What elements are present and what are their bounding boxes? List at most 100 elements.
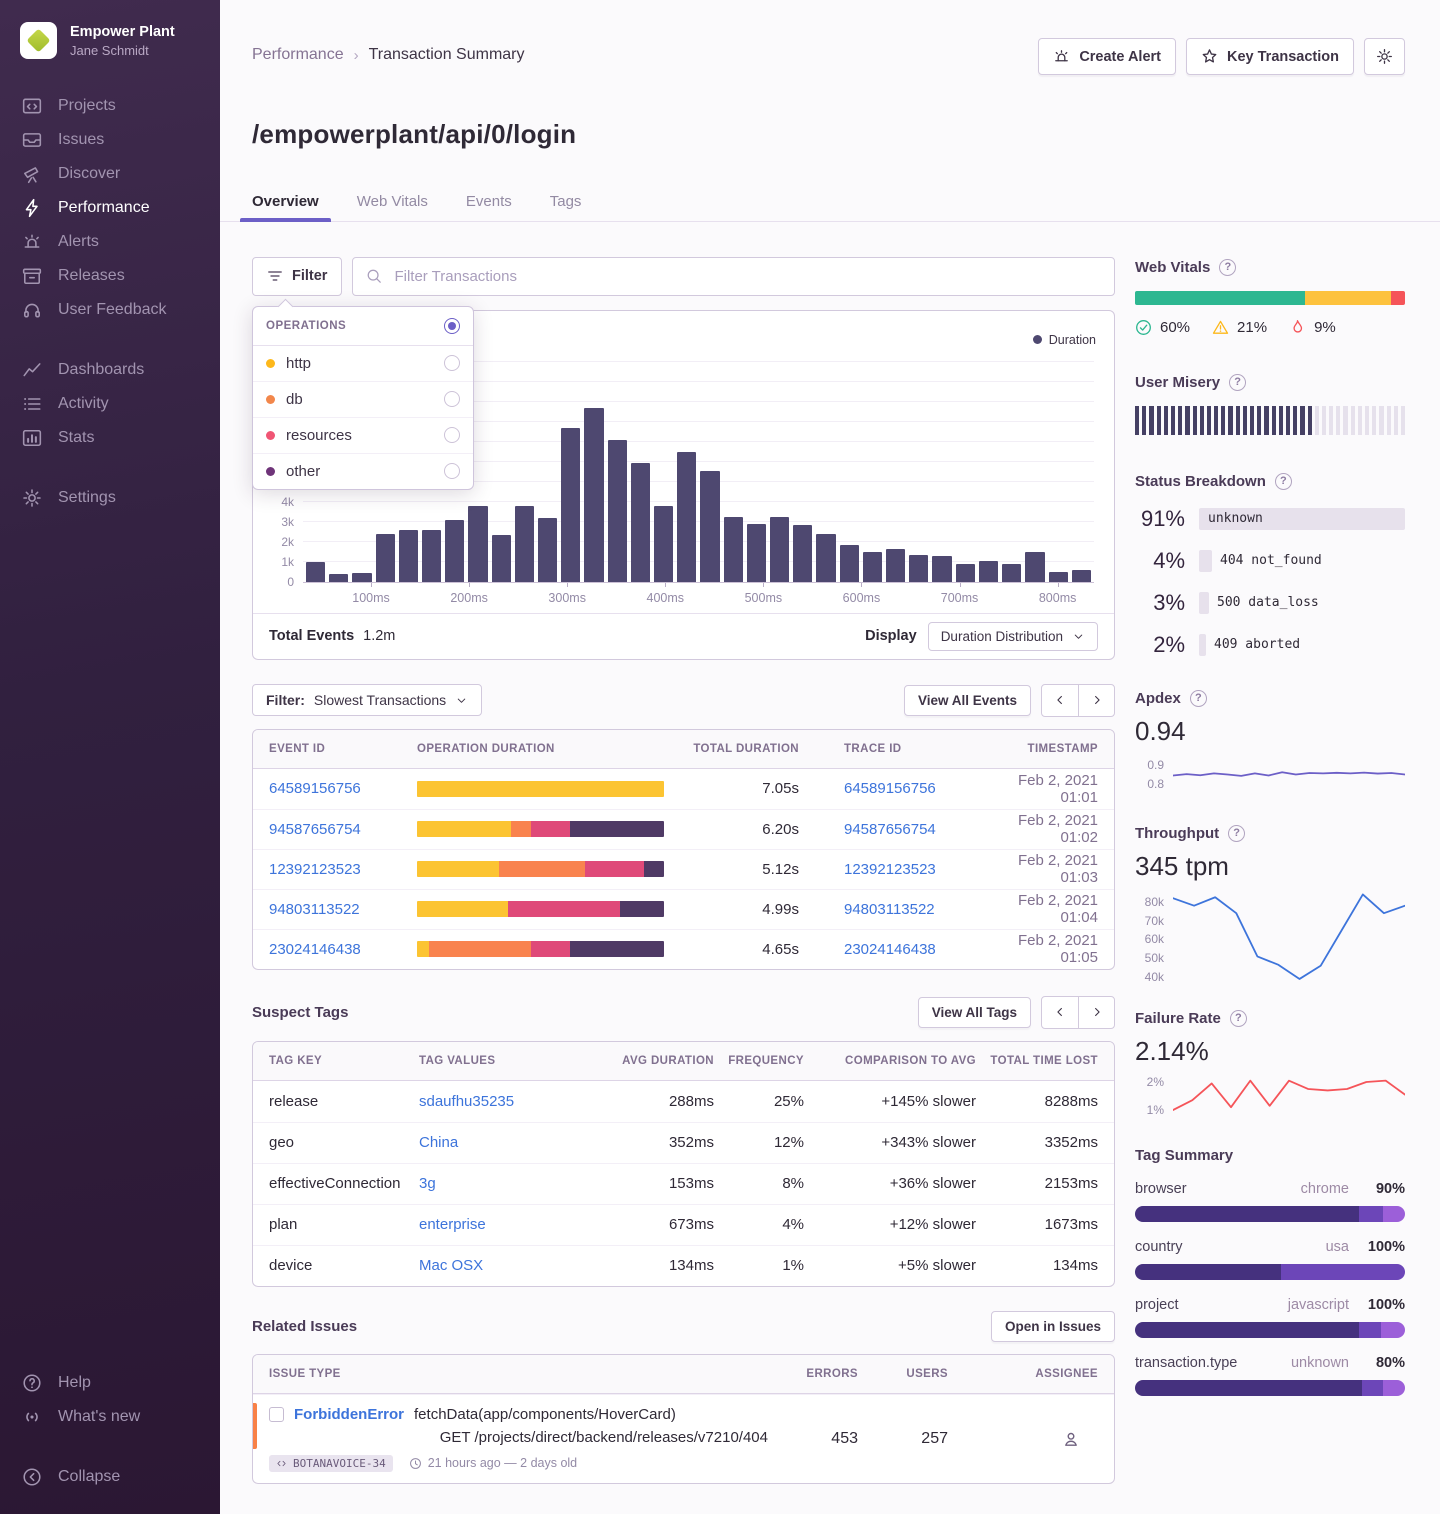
status-label: unknown — [1208, 511, 1263, 526]
org-switcher[interactable]: Empower Plant Jane Schmidt — [0, 22, 220, 59]
histogram-x-tick: 100ms — [352, 591, 390, 605]
tab-tags[interactable]: Tags — [550, 193, 582, 221]
sidebar-item-activity[interactable]: Activity — [0, 387, 220, 421]
operation-option-db[interactable]: db — [253, 382, 473, 418]
user-misery-segment — [1308, 406, 1312, 435]
display-dropdown[interactable]: Duration Distribution — [928, 622, 1098, 651]
view-all-events-button[interactable]: View All Events — [904, 685, 1031, 716]
key-transaction-button[interactable]: Key Transaction — [1186, 38, 1354, 75]
histogram-bar — [700, 471, 719, 582]
issue-checkbox[interactable] — [269, 1407, 284, 1422]
view-all-tags-button[interactable]: View All Tags — [918, 997, 1031, 1028]
trace-id-link[interactable]: 94803113522 — [799, 901, 1014, 918]
web-vitals-stat: 21% — [1212, 319, 1267, 336]
event-id-link[interactable]: 23024146438 — [269, 941, 417, 958]
sidebar-item-what-s-new[interactable]: What's new — [0, 1400, 220, 1434]
sidebar-item-settings[interactable]: Settings — [0, 481, 220, 515]
event-id-link[interactable]: 64589156756 — [269, 780, 417, 797]
assignee-user-icon[interactable] — [1062, 1430, 1080, 1448]
web-vitals-stat: 60% — [1135, 319, 1190, 336]
sidebar-item-user-feedback[interactable]: User Feedback — [0, 293, 220, 327]
filter-button[interactable]: Filter — [252, 257, 342, 296]
operation-option-resources[interactable]: resources — [253, 418, 473, 454]
pager-next-button[interactable] — [1078, 997, 1114, 1028]
histogram-bar — [492, 535, 511, 582]
breadcrumb-current: Transaction Summary — [369, 46, 525, 64]
operation-radio[interactable] — [444, 427, 460, 443]
pager-next-button[interactable] — [1078, 685, 1114, 716]
sparkline-y-tick: 60k — [1145, 932, 1164, 946]
breadcrumb-performance[interactable]: Performance — [252, 46, 344, 64]
user-misery-segment — [1394, 406, 1398, 435]
histogram-bar — [863, 552, 882, 582]
operation-segment — [417, 901, 508, 917]
key-transaction-label: Key Transaction — [1227, 49, 1339, 65]
pager-previous-button[interactable] — [1042, 997, 1078, 1028]
events-filter-dropdown[interactable]: Filter: Slowest Transactions — [252, 684, 482, 716]
status-label: 404 not_found — [1220, 553, 1322, 568]
sidebar-item-alerts[interactable]: Alerts — [0, 225, 220, 259]
main-content: Performance › Transaction Summary Create… — [220, 0, 1440, 1514]
question-icon[interactable]: ? — [1230, 1010, 1247, 1027]
open-in-issues-button[interactable]: Open in Issues — [991, 1311, 1115, 1342]
tags-pager — [1041, 996, 1115, 1029]
pager-previous-button[interactable] — [1042, 685, 1078, 716]
tag-value-link[interactable]: Mac OSX — [419, 1257, 569, 1274]
event-row: 948031135224.99s94803113522Feb 2, 2021 0… — [253, 889, 1114, 929]
user-misery-segment — [1135, 406, 1139, 435]
operation-radio[interactable] — [444, 391, 460, 407]
throughput-title: Throughput — [1135, 825, 1219, 842]
event-id-link[interactable]: 94587656754 — [269, 821, 417, 838]
operation-option-other[interactable]: other — [253, 454, 473, 489]
trace-id-link[interactable]: 94587656754 — [799, 821, 1014, 838]
operation-option-http[interactable]: http — [253, 346, 473, 382]
user-misery-segment — [1286, 406, 1290, 435]
sidebar-item-dashboards[interactable]: Dashboards — [0, 353, 220, 387]
operation-duration-bar — [417, 821, 664, 837]
create-alert-button[interactable]: Create Alert — [1038, 38, 1176, 75]
project-badge[interactable]: BOTANAVOICE-34 — [269, 1455, 393, 1472]
operation-radio[interactable] — [444, 355, 460, 371]
question-icon[interactable]: ? — [1229, 374, 1246, 391]
operation-label: http — [286, 355, 311, 372]
tag-value-link[interactable]: China — [419, 1134, 569, 1151]
trace-id-link[interactable]: 12392123523 — [799, 861, 1014, 878]
operations-radio-checked[interactable] — [444, 318, 460, 334]
question-icon[interactable]: ? — [1228, 825, 1245, 842]
sidebar-item-help[interactable]: Help — [0, 1366, 220, 1400]
sidebar-item-collapse[interactable]: Collapse — [0, 1460, 220, 1494]
event-id-link[interactable]: 12392123523 — [269, 861, 417, 878]
tab-overview[interactable]: Overview — [252, 193, 319, 221]
sidebar-item-label: Stats — [58, 429, 94, 447]
sidebar-item-discover[interactable]: Discover — [0, 157, 220, 191]
tab-events[interactable]: Events — [466, 193, 512, 221]
settings-button[interactable] — [1364, 38, 1405, 75]
event-timestamp: Feb 2, 2021 01:04 — [1014, 892, 1098, 926]
tag-value-link[interactable]: 3g — [419, 1175, 569, 1192]
tag-value-link[interactable]: enterprise — [419, 1216, 569, 1233]
question-icon[interactable]: ? — [1219, 259, 1236, 276]
sidebar-item-label: Help — [58, 1374, 91, 1392]
tag-summary-percent: 100% — [1363, 1297, 1405, 1313]
whats-new-icon — [22, 1407, 42, 1427]
issue-type-link[interactable]: ForbiddenError — [294, 1406, 404, 1423]
event-id-link[interactable]: 94803113522 — [269, 901, 417, 918]
sidebar-item-performance[interactable]: Performance — [0, 191, 220, 225]
sidebar-item-releases[interactable]: Releases — [0, 259, 220, 293]
sidebar-item-issues[interactable]: Issues — [0, 123, 220, 157]
trace-id-link[interactable]: 23024146438 — [799, 941, 1014, 958]
tag-value-link[interactable]: sdaufhu35235 — [419, 1093, 569, 1110]
operation-radio[interactable] — [444, 463, 460, 479]
trace-id-link[interactable]: 64589156756 — [799, 780, 1014, 797]
question-icon[interactable]: ? — [1275, 473, 1292, 490]
sidebar-item-stats[interactable]: Stats — [0, 421, 220, 455]
tag-summary-percent: 100% — [1363, 1239, 1405, 1255]
sidebar-item-projects[interactable]: Projects — [0, 89, 220, 123]
operation-segment — [429, 941, 530, 957]
user-misery-segment — [1221, 406, 1225, 435]
search-input[interactable] — [392, 267, 1101, 286]
tab-web-vitals[interactable]: Web Vitals — [357, 193, 428, 221]
sidebar-item-label: Activity — [58, 395, 109, 413]
tag-summary-row: countryusa100% — [1135, 1239, 1405, 1280]
question-icon[interactable]: ? — [1190, 690, 1207, 707]
